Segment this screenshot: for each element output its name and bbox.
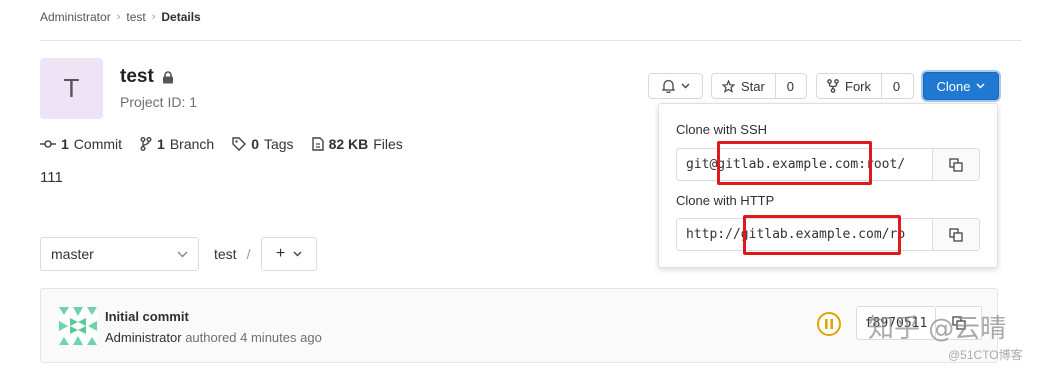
branch-name: master bbox=[51, 246, 94, 262]
copy-http-button[interactable] bbox=[932, 219, 979, 250]
breadcrumb-administrator[interactable]: Administrator bbox=[40, 10, 111, 24]
highlight-box-ssh bbox=[717, 141, 872, 185]
commits-count: 1 bbox=[61, 136, 69, 152]
clone-label: Clone bbox=[936, 78, 971, 94]
path-root[interactable]: test bbox=[214, 246, 237, 262]
repo-path: test / bbox=[214, 246, 250, 262]
project-id: Project ID: 1 bbox=[120, 94, 198, 110]
path-separator: / bbox=[246, 246, 251, 262]
star-button[interactable]: Star 0 bbox=[711, 73, 807, 99]
star-count[interactable]: 0 bbox=[774, 74, 805, 98]
branches-count: 1 bbox=[157, 136, 165, 152]
file-icon bbox=[311, 137, 324, 151]
last-commit-panel: Initial commit Administrator authored 4 … bbox=[40, 288, 998, 363]
stat-branches[interactable]: 1 Branch bbox=[140, 136, 214, 152]
star-main[interactable]: Star bbox=[712, 74, 775, 98]
watermark-secondary: @51CTO博客 bbox=[948, 348, 1023, 362]
commits-label: Commit bbox=[73, 136, 123, 152]
project-avatar: T bbox=[40, 58, 103, 119]
tag-icon bbox=[232, 137, 247, 151]
project-stats: 1 Commit 1 Branch 0 Tags 82 KB Files bbox=[40, 136, 403, 152]
files-size: 82 KB bbox=[328, 136, 369, 152]
star-icon bbox=[722, 79, 735, 93]
star-label: Star bbox=[741, 78, 765, 94]
notification-button[interactable] bbox=[648, 73, 703, 99]
fork-main[interactable]: Fork bbox=[817, 74, 881, 98]
plus-icon: + bbox=[275, 245, 286, 262]
branches-label: Branch bbox=[169, 136, 215, 152]
author-avatar[interactable] bbox=[59, 307, 97, 345]
bell-icon bbox=[661, 79, 675, 93]
divider bbox=[40, 40, 1022, 41]
fork-label: Fork bbox=[845, 78, 871, 94]
lock-icon bbox=[162, 70, 173, 83]
commit-title[interactable]: Initial commit bbox=[105, 309, 189, 324]
add-file-dropdown[interactable]: + bbox=[261, 237, 317, 271]
clone-dropdown: Clone with SSH git@gitlab.example.com:ro… bbox=[658, 103, 998, 268]
chevron-down-icon bbox=[293, 251, 302, 257]
commit-author[interactable]: Administrator bbox=[105, 330, 182, 345]
clone-ssh-label: Clone with SSH bbox=[676, 122, 768, 137]
chevron-down-icon bbox=[681, 83, 689, 89]
stat-commits[interactable]: 1 Commit bbox=[40, 136, 122, 152]
chevron-down-icon bbox=[177, 251, 188, 257]
tags-label: Tags bbox=[263, 136, 294, 152]
highlight-box-http bbox=[743, 215, 901, 255]
stat-files[interactable]: 82 KB Files bbox=[311, 136, 403, 152]
chevron-right-icon: › bbox=[116, 11, 121, 23]
project-description: 111 bbox=[40, 169, 63, 186]
copy-ssh-button[interactable] bbox=[932, 149, 979, 180]
stat-tags[interactable]: 0 Tags bbox=[232, 136, 294, 152]
commit-time: authored 4 minutes ago bbox=[185, 330, 322, 345]
files-label: Files bbox=[373, 136, 403, 152]
clone-http-label: Clone with HTTP bbox=[676, 193, 775, 208]
pipeline-status-icon[interactable] bbox=[816, 311, 842, 337]
project-title-row: test bbox=[120, 66, 174, 88]
branch-icon bbox=[140, 137, 152, 151]
tags-count: 0 bbox=[251, 136, 259, 152]
clone-button[interactable]: Clone bbox=[923, 72, 999, 100]
fork-icon bbox=[827, 79, 839, 93]
branch-selector[interactable]: master bbox=[40, 237, 199, 271]
breadcrumb-current[interactable]: Details bbox=[161, 10, 200, 24]
breadcrumb-project[interactable]: test bbox=[126, 10, 145, 24]
chevron-right-icon: › bbox=[151, 11, 156, 23]
copy-icon bbox=[949, 227, 963, 242]
fork-count[interactable]: 0 bbox=[881, 74, 911, 98]
commit-meta: Administrator authored 4 minutes ago bbox=[105, 330, 322, 345]
commit-icon bbox=[40, 140, 56, 148]
project-name: test bbox=[120, 66, 154, 87]
fork-button[interactable]: Fork 0 bbox=[816, 73, 914, 99]
copy-icon bbox=[949, 157, 963, 172]
watermark: 知乎 @云晴 bbox=[868, 314, 1007, 344]
breadcrumb: Administrator › test › Details bbox=[40, 10, 201, 24]
chevron-down-icon bbox=[976, 83, 986, 89]
